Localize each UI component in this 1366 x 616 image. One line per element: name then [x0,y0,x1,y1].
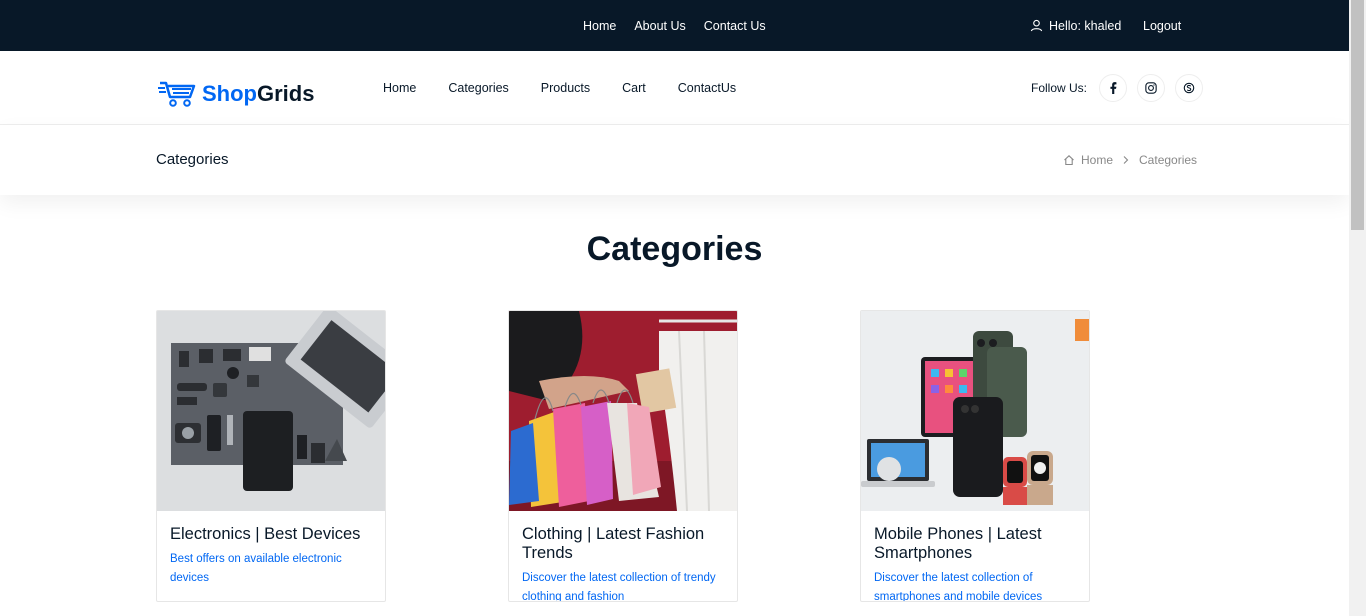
electronics-flatlay-image [157,311,385,511]
card-title: Electronics | Best Devices [170,525,361,543]
chevron-right-icon [1123,156,1129,164]
follow-us-label: Follow Us: [1031,81,1088,95]
top-bar: Home About Us Contact Us Hello: khaled L… [0,0,1349,51]
card-title: Clothing | Latest Fashion Trends [522,525,705,562]
top-nav: Home About Us Contact Us [583,0,766,51]
breadcrumb-current: Categories [1139,153,1198,167]
logout-link[interactable]: Logout [1143,0,1181,51]
logo-shop-text: Shop [202,81,257,106]
page-scrollbar[interactable] [1349,0,1366,616]
nav-contactus[interactable]: ContactUs [678,81,736,95]
breadcrumb: Home Categories [1063,153,1197,167]
cart-icon [158,81,196,107]
card-description: Discover the latest collection of smartp… [874,572,1043,602]
main-nav: Home Categories Products Cart ContactUs [383,51,768,125]
breadcrumb-band: Categories Home Categories [0,125,1349,195]
category-card-electronics[interactable]: Electronics | Best Devices Best offers o… [156,310,386,602]
user-greeting: Hello: khaled [1030,0,1121,51]
top-nav-about[interactable]: About Us [634,19,685,33]
user-greeting-text: Hello: khaled [1049,18,1122,33]
card-description: Best offers on available electronic devi… [170,553,342,584]
logo-grids-text: Grids [257,81,315,106]
breadcrumb-home[interactable]: Home [1081,153,1113,167]
main-header: ShopGrids Home Categories Products Cart … [0,51,1349,125]
section-title: Categories [586,230,763,268]
follow-us: Follow Us: [1031,51,1204,125]
nav-products[interactable]: Products [541,81,590,95]
skype-icon[interactable] [1175,74,1204,102]
category-card-clothing[interactable]: Clothing | Latest Fashion Trends Discove… [508,310,738,602]
instagram-icon[interactable] [1137,74,1166,102]
top-nav-contact[interactable]: Contact Us [704,19,766,33]
scrollbar-thumb[interactable] [1351,0,1364,230]
nav-home[interactable]: Home [383,81,416,95]
card-body: Electronics | Best Devices Best offers o… [157,511,385,588]
category-card-mobile-phones[interactable]: Mobile Phones | Latest Smartphones Disco… [860,310,1090,602]
shopping-bags-image [509,311,737,511]
card-title: Mobile Phones | Latest Smartphones [874,525,1042,562]
card-body: Clothing | Latest Fashion Trends Discove… [509,511,737,602]
card-description: Discover the latest collection of trendy… [522,572,716,602]
nav-cart[interactable]: Cart [622,81,646,95]
top-nav-home[interactable]: Home [583,19,616,33]
user-icon [1030,19,1043,32]
page-title: Categories [156,151,229,168]
home-icon [1064,155,1074,166]
nav-categories[interactable]: Categories [448,81,508,95]
card-body: Mobile Phones | Latest Smartphones Disco… [861,511,1089,602]
facebook-icon[interactable] [1099,74,1128,102]
logo[interactable]: ShopGrids [158,79,314,109]
smartphones-devices-image [861,311,1089,511]
